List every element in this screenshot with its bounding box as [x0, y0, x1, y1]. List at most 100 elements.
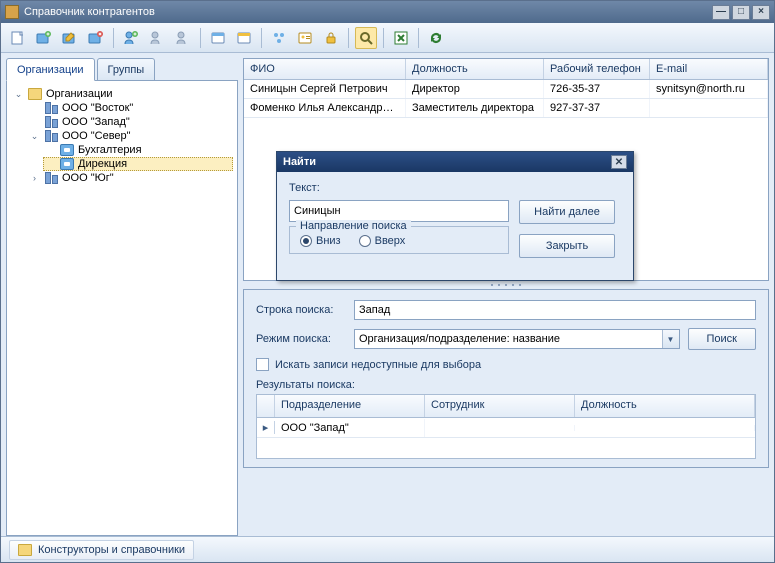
tree-label: Дирекция [78, 158, 127, 170]
maximize-button[interactable]: □ [732, 5, 750, 20]
edit-icon[interactable] [59, 27, 81, 49]
radio-icon [359, 235, 371, 247]
right-panel: ФИО Должность Рабочий телефон E-mail Син… [243, 58, 769, 536]
expand-icon[interactable]: › [29, 173, 40, 184]
collapse-icon[interactable]: ⌄ [13, 89, 24, 100]
include-unavailable-checkbox[interactable] [256, 358, 269, 371]
tree-org-zapad[interactable]: ООО "Запад" [27, 115, 233, 129]
find-text-label: Текст: [289, 182, 621, 194]
cell-fio: Фоменко Илья Александрович [244, 99, 406, 117]
constructors-link[interactable]: Конструкторы и справочники [9, 540, 194, 560]
toolbar [1, 23, 774, 53]
search-string-input[interactable] [354, 300, 756, 320]
building-icon [44, 102, 58, 114]
tab-groups[interactable]: Группы [97, 58, 156, 80]
col-emp[interactable]: Сотрудник [425, 395, 575, 417]
table-row[interactable]: Синицын Сергей Петрович Директор 726-35-… [244, 80, 768, 99]
include-unavailable-label: Искать записи недоступные для выбора [275, 359, 481, 371]
org-tree[interactable]: ⌄ Организации ООО "Восток" ООО "Запад" ⌄ О… [6, 80, 238, 536]
constructors-link-label: Конструкторы и справочники [38, 544, 185, 556]
minimize-button[interactable]: — [712, 5, 730, 20]
app-icon [5, 5, 19, 19]
card-blue-icon[interactable] [207, 27, 229, 49]
col-phone[interactable]: Рабочий телефон [544, 59, 650, 79]
building-icon [44, 172, 58, 184]
tab-organizations[interactable]: Организации [6, 58, 95, 81]
direction-fieldset: Направление поиска Вниз Вверх [289, 226, 509, 254]
table-row[interactable]: Фоменко Илья Александрович Заместитель д… [244, 99, 768, 118]
delete-user-icon[interactable] [172, 27, 194, 49]
cell-email [650, 99, 768, 117]
tree-label: ООО "Север" [62, 130, 131, 142]
find-dialog-close-button[interactable]: ✕ [611, 155, 627, 169]
add-icon[interactable] [33, 27, 55, 49]
tree-root[interactable]: ⌄ Организации [11, 87, 233, 101]
result-row[interactable]: ▸ ООО "Запад" [257, 418, 755, 438]
results-label: Результаты поиска: [256, 379, 756, 391]
search-panel: Строка поиска: Режим поиска: Организация… [243, 289, 769, 468]
result-dept: ООО "Запад" [275, 419, 425, 437]
search-mode-combo[interactable]: Организация/подразделение: название▼ [354, 329, 680, 349]
search-mode-label: Режим поиска: [256, 333, 346, 345]
result-pos [575, 425, 755, 431]
card-yellow-icon[interactable] [233, 27, 255, 49]
close-button[interactable]: × [752, 5, 770, 20]
direction-legend: Направление поиска [296, 220, 411, 232]
app-window: Справочник контрагентов — □ × Организаци… [0, 0, 775, 563]
delete-icon[interactable] [85, 27, 107, 49]
tree-dept-direction[interactable]: Дирекция [43, 157, 233, 171]
building-icon [44, 116, 58, 128]
lock-icon[interactable] [320, 27, 342, 49]
search-string-label: Строка поиска: [256, 304, 346, 316]
tree-org-yug[interactable]: ›ООО "Юг" [27, 171, 233, 185]
find-dialog-title: Найти [283, 156, 316, 168]
find-next-label: Найти далее [534, 206, 600, 218]
find-dialog-titlebar[interactable]: Найти ✕ [277, 152, 633, 172]
find-dialog: Найти ✕ Текст: Направление поиска Вниз В… [276, 151, 634, 281]
titlebar: Справочник контрагентов — □ × [1, 1, 774, 23]
find-text-input[interactable] [289, 200, 509, 222]
chevron-down-icon[interactable]: ▼ [662, 330, 679, 348]
direction-down-radio[interactable]: Вниз [300, 235, 341, 247]
tab-organizations-label: Организации [17, 64, 84, 76]
collapse-icon[interactable]: ⌄ [29, 131, 40, 142]
tree-label: ООО "Запад" [62, 116, 130, 128]
col-fio[interactable]: ФИО [244, 59, 406, 79]
tree-org-vostok[interactable]: ООО "Восток" [27, 101, 233, 115]
tree-org-sever[interactable]: ⌄ ООО "Север" [27, 129, 233, 143]
tree-root-label: Организации [46, 88, 113, 100]
left-panel: Организации Группы ⌄ Организации ООО "Вос… [6, 58, 238, 536]
find-next-button[interactable]: Найти далее [519, 200, 615, 224]
cell-phone: 726-35-37 [544, 80, 650, 98]
tab-groups-label: Группы [108, 64, 145, 76]
results-grid[interactable]: Подразделение Сотрудник Должность ▸ ООО … [256, 394, 756, 459]
search-icon[interactable] [355, 27, 377, 49]
direction-up-label: Вверх [375, 235, 406, 247]
groups-icon[interactable] [268, 27, 290, 49]
find-close-button[interactable]: Закрыть [519, 234, 615, 258]
briefcase-icon [60, 158, 74, 170]
new-icon[interactable] [7, 27, 29, 49]
col-position[interactable]: Должность [406, 59, 544, 79]
refresh-icon[interactable] [425, 27, 447, 49]
user-card-icon[interactable] [294, 27, 316, 49]
splitter[interactable] [243, 281, 769, 289]
radio-icon [300, 235, 312, 247]
cell-phone: 927-37-37 [544, 99, 650, 117]
briefcase-icon [60, 144, 74, 156]
building-icon [44, 130, 58, 142]
cell-email: synitsyn@north.ru [650, 80, 768, 98]
folder-icon [28, 88, 42, 100]
cell-pos: Заместитель директора [406, 99, 544, 117]
add-user-icon[interactable] [120, 27, 142, 49]
tree-dept-accounting[interactable]: Бухгалтерия [43, 143, 233, 157]
row-indicator-icon: ▸ [257, 421, 275, 434]
search-mode-value: Организация/подразделение: название [355, 333, 662, 345]
search-button[interactable]: Поиск [688, 328, 756, 350]
col-pos2[interactable]: Должность [575, 395, 755, 417]
direction-up-radio[interactable]: Вверх [359, 235, 406, 247]
edit-user-icon[interactable] [146, 27, 168, 49]
col-dept[interactable]: Подразделение [275, 395, 425, 417]
col-email[interactable]: E-mail [650, 59, 768, 79]
excel-icon[interactable] [390, 27, 412, 49]
